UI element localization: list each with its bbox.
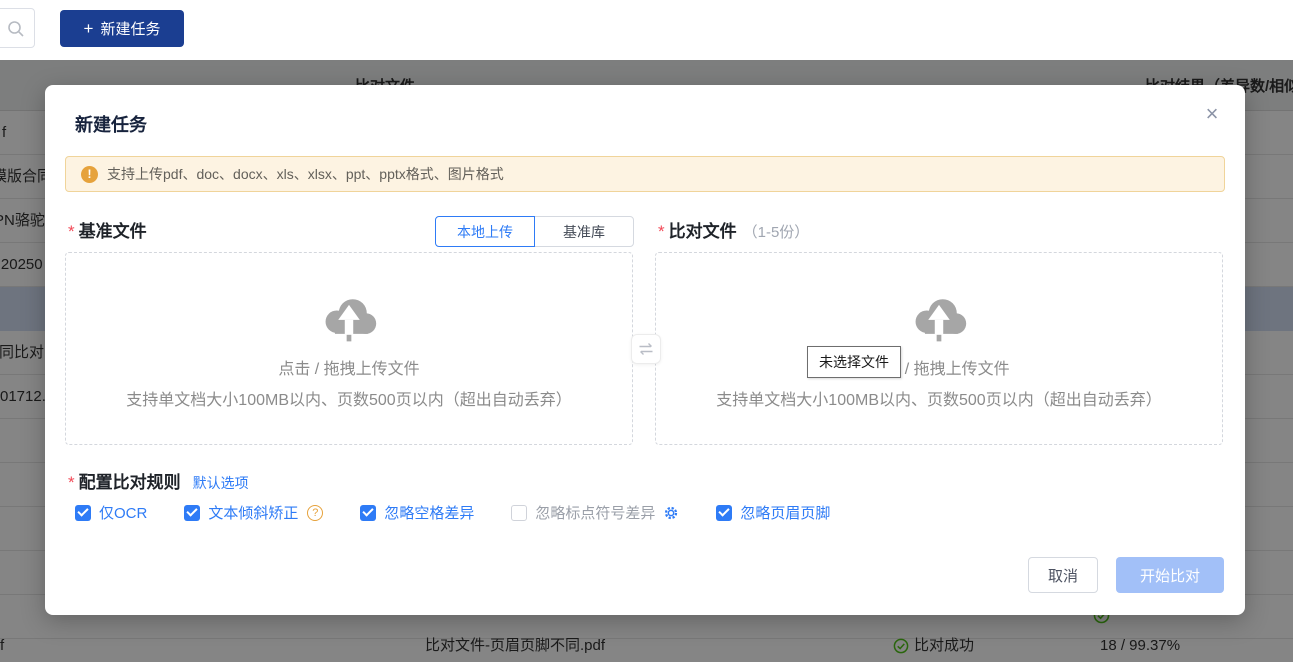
required-asterisk: *	[658, 222, 665, 241]
upload-hint-line2: 支持单文档大小100MB以内、页数500页以内（超出自动丢弃）	[716, 386, 1161, 410]
base-file-label-text: 基准文件	[79, 222, 147, 241]
swap-icon	[638, 342, 654, 356]
default-options-link[interactable]: 默认选项	[193, 473, 249, 493]
option-label: 文本倾斜矫正	[208, 502, 298, 523]
compare-file-hint: （1-5份）	[743, 224, 810, 241]
option-only-ocr[interactable]: 仅OCR	[75, 502, 147, 523]
option-label: 忽略空格差异	[384, 502, 474, 523]
option-ignore-punctuation-diff[interactable]: 忽略标点符号差异	[511, 502, 679, 523]
rules-label: *配置比对规则	[68, 468, 181, 493]
search-icon	[7, 20, 25, 38]
base-file-label: *基准文件	[68, 216, 147, 247]
upload-format-alert: ! 支持上传pdf、doc、docx、xls、xlsx、ppt、pptx格式、图…	[65, 156, 1225, 192]
upload-hint-line2: 支持单文档大小100MB以内、页数500页以内（超出自动丢弃）	[126, 386, 571, 410]
option-ignore-header-footer[interactable]: 忽略页眉页脚	[716, 502, 830, 523]
option-label: 忽略标点符号差异	[535, 502, 655, 523]
help-icon[interactable]: ?	[307, 505, 323, 521]
topbar: + 新建任务	[0, 0, 1293, 60]
compare-file-dropzone[interactable]: 点击 / 拖拽上传文件 支持单文档大小100MB以内、页数500页以内（超出自动…	[655, 252, 1223, 445]
search-input[interactable]	[0, 8, 35, 48]
gear-icon[interactable]	[663, 505, 679, 521]
alert-text: 支持上传pdf、doc、docx、xls、xlsx、ppt、pptx格式、图片格…	[107, 164, 504, 184]
option-label: 忽略页眉页脚	[740, 502, 830, 523]
no-file-selected-tooltip: 未选择文件	[807, 346, 901, 378]
cancel-button[interactable]: 取消	[1028, 557, 1098, 593]
required-asterisk: *	[68, 473, 75, 492]
checkbox-ignore-space-diff[interactable]	[360, 505, 376, 521]
warning-icon: !	[81, 166, 98, 183]
plus-icon: +	[84, 20, 94, 37]
checkbox-ignore-header-footer[interactable]	[716, 505, 732, 521]
option-label: 仅OCR	[99, 502, 147, 523]
option-text-skew-correction[interactable]: 文本倾斜矫正 ?	[184, 502, 323, 523]
compare-file-label: *比对文件 （1-5份）	[658, 216, 809, 247]
upload-cloud-icon	[319, 291, 379, 343]
new-task-button-label: 新建任务	[100, 18, 160, 39]
checkbox-ignore-punctuation-diff[interactable]	[511, 505, 527, 521]
new-task-button[interactable]: + 新建任务	[60, 10, 184, 47]
upload-cloud-icon	[909, 291, 969, 343]
dialog-title: 新建任务	[75, 111, 147, 137]
compare-file-label-text: 比对文件	[669, 222, 737, 241]
checkbox-only-ocr[interactable]	[75, 505, 91, 521]
base-file-dropzone[interactable]: 点击 / 拖拽上传文件 支持单文档大小100MB以内、页数500页以内（超出自动…	[65, 252, 633, 445]
start-compare-button[interactable]: 开始比对	[1116, 557, 1224, 593]
rules-header: *配置比对规则 默认选项	[68, 468, 249, 493]
required-asterisk: *	[68, 222, 75, 241]
rules-label-text: 配置比对规则	[79, 473, 181, 492]
new-task-dialog: 新建任务 × ! 支持上传pdf、doc、docx、xls、xlsx、ppt、p…	[45, 85, 1245, 615]
upload-source-tabs: 本地上传 基准库	[435, 216, 634, 247]
tab-local-upload[interactable]: 本地上传	[435, 216, 535, 247]
option-ignore-space-diff[interactable]: 忽略空格差异	[360, 502, 474, 523]
upload-hint-line1: 点击 / 拖拽上传文件	[278, 355, 419, 379]
close-icon[interactable]: ×	[1199, 101, 1225, 127]
tab-base-library[interactable]: 基准库	[534, 216, 634, 247]
swap-files-button[interactable]	[631, 334, 661, 364]
screen: + 新建任务 比对文件 比对结果（差异数/相似度） f 模版合同 PN骆驼 |2…	[0, 0, 1293, 662]
checkbox-text-skew-correction[interactable]	[184, 505, 200, 521]
rule-options: 仅OCR 文本倾斜矫正 ? 忽略空格差异 忽略标点符号差异	[75, 502, 830, 523]
